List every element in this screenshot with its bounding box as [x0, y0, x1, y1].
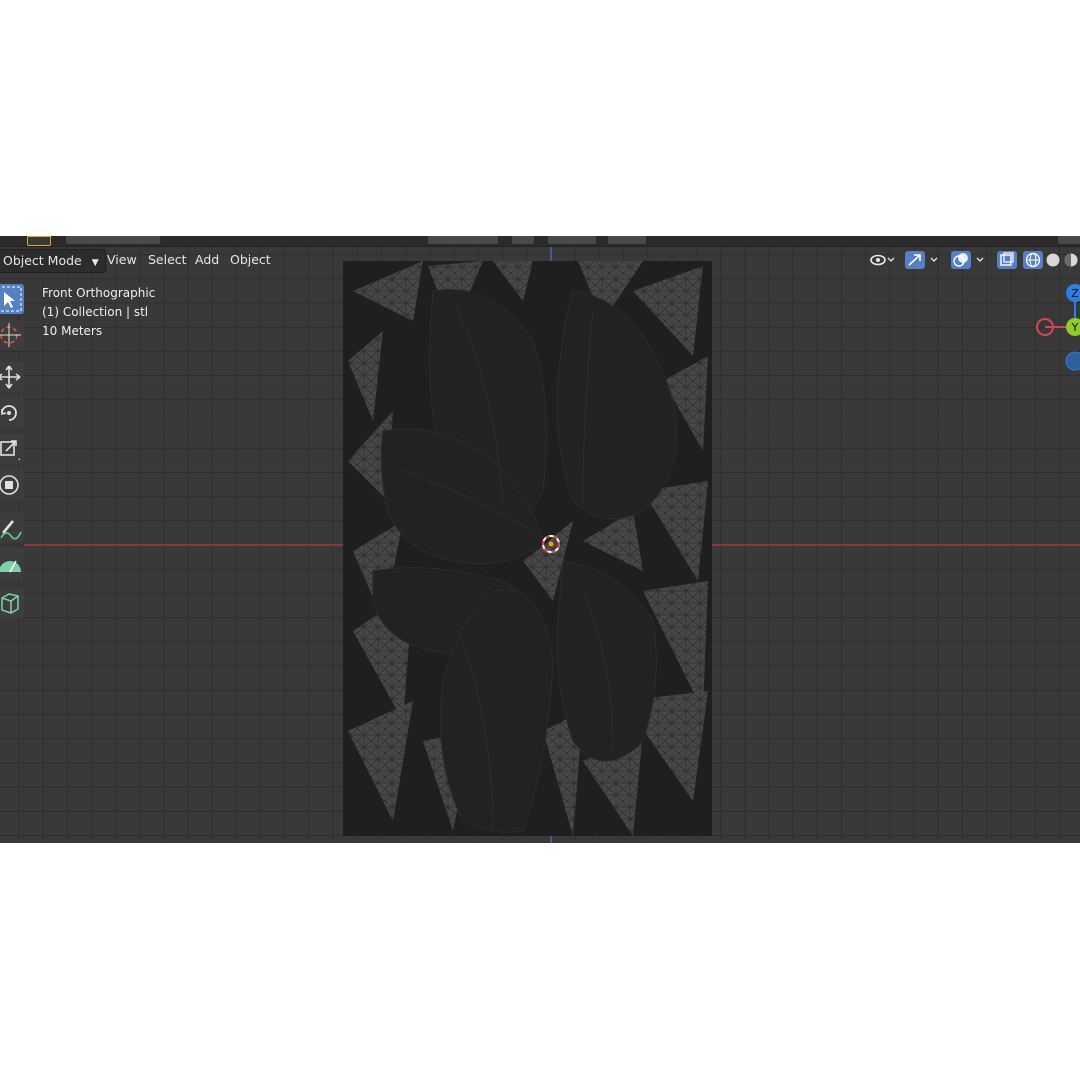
- gizmo-toggle[interactable]: [904, 250, 944, 270]
- options-button[interactable]: [1058, 236, 1080, 244]
- wireframe-icon: [1023, 251, 1043, 269]
- stl-mesh-object[interactable]: [343, 261, 712, 836]
- move-tool[interactable]: [0, 362, 24, 392]
- mode-label: Object Mode: [3, 253, 82, 268]
- collection-label: (1) Collection | stl: [42, 305, 149, 319]
- transform-orientation-dropdown[interactable]: [428, 236, 498, 244]
- shading-wireframe[interactable]: [1022, 250, 1044, 270]
- view-name: Front Orthographic: [42, 286, 156, 300]
- eye-icon: [870, 254, 895, 266]
- navigation-gizmo[interactable]: Z Y: [1030, 281, 1080, 371]
- rotate-tool[interactable]: [0, 398, 24, 428]
- gizmo-y-label: Y: [1071, 321, 1079, 334]
- gizmo-icon: [905, 251, 938, 269]
- mesh-render: [343, 261, 712, 836]
- pencil-icon: [0, 520, 22, 540]
- add-cube-tool[interactable]: [0, 588, 24, 618]
- measure-tool[interactable]: [0, 548, 24, 578]
- shading-material[interactable]: [1062, 250, 1080, 270]
- overlays-icon: [951, 251, 984, 269]
- mode-dropdown[interactable]: Object Mode ▼: [0, 249, 106, 273]
- pivot-icon[interactable]: [512, 236, 534, 244]
- shading-solid[interactable]: [1044, 250, 1062, 270]
- select-box-tool[interactable]: [0, 284, 24, 314]
- annotate-tool[interactable]: [0, 512, 24, 542]
- 3d-cursor-icon[interactable]: [540, 533, 562, 555]
- solid-icon: [1046, 253, 1060, 267]
- cursor-tool[interactable]: [0, 320, 24, 350]
- top-toolbar-strip: [0, 236, 1080, 247]
- menu-select[interactable]: Select: [143, 249, 192, 271]
- scale-icon: [0, 440, 20, 460]
- menu-add[interactable]: Add: [190, 249, 224, 271]
- xray-toggle[interactable]: [996, 250, 1018, 270]
- 3d-viewport[interactable]: Object Mode ▼ View Select Add Object Fro…: [0, 236, 1080, 843]
- cursor-3d-icon: [0, 323, 21, 347]
- material-icon: [1064, 253, 1078, 267]
- chevron-down-icon: ▼: [91, 258, 99, 268]
- overlays-toggle[interactable]: [950, 250, 990, 270]
- snap-icon[interactable]: [548, 236, 596, 244]
- xray-icon: [997, 251, 1017, 269]
- scale-tool[interactable]: [0, 434, 24, 464]
- proportional-edit-icon[interactable]: [608, 236, 646, 244]
- selection-mode-icons[interactable]: [66, 236, 160, 244]
- move-icon: [0, 365, 21, 389]
- visibility-icon[interactable]: [868, 250, 896, 270]
- transform-icon: [0, 475, 19, 495]
- measure-icon: [0, 560, 21, 573]
- viewport-info: Front Orthographic (1) Collection | stl …: [42, 284, 155, 341]
- grid-scale: 10 Meters: [42, 324, 103, 338]
- rotate-icon: [1, 405, 17, 421]
- gizmo-z-label: Z: [1071, 287, 1079, 300]
- menu-view[interactable]: View: [102, 249, 142, 271]
- axis-gizmo-icon: Z Y: [1036, 284, 1080, 371]
- transform-tool[interactable]: [0, 470, 24, 500]
- menu-object[interactable]: Object: [225, 249, 276, 271]
- tool-settings-icon[interactable]: [27, 236, 51, 246]
- cursor-arrow-icon: [0, 286, 22, 312]
- cube-icon: [1, 593, 19, 614]
